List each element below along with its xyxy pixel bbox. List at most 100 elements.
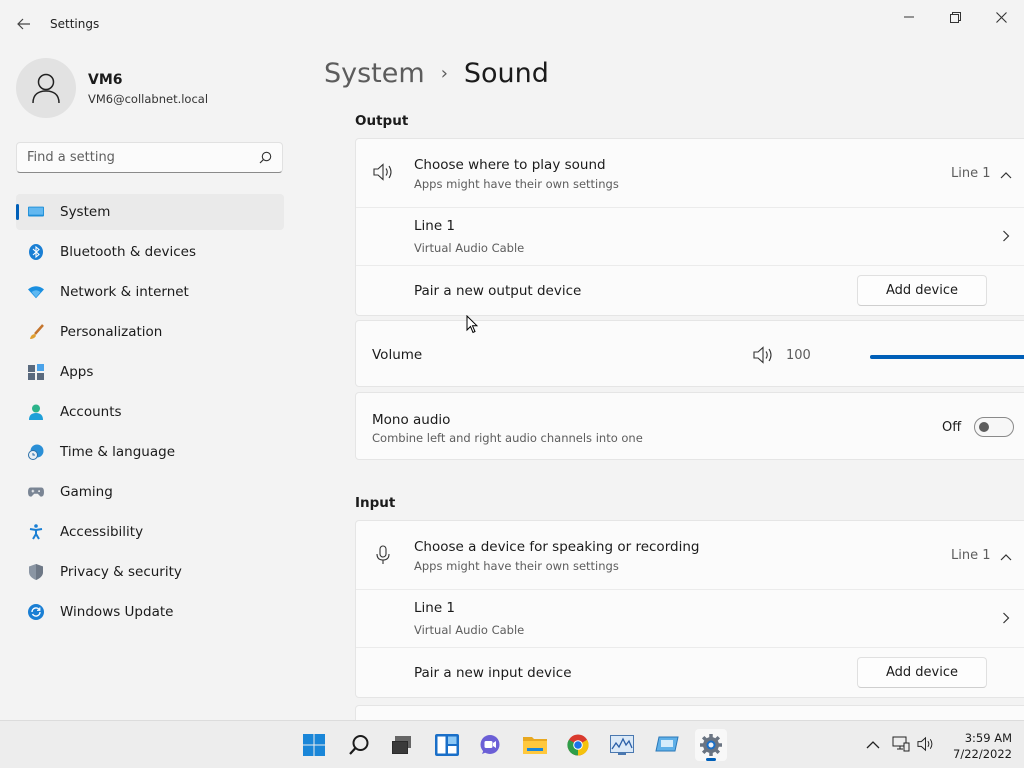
settings-button[interactable] [695, 729, 727, 761]
widgets-button[interactable] [431, 729, 463, 761]
mouse-cursor-icon [466, 314, 479, 338]
clock-time: 3:59 AM [964, 731, 1012, 745]
output-device-row[interactable]: Line 1 Virtual Audio Cable [356, 208, 1024, 265]
sidebar-item-personalization[interactable]: Personalization [16, 314, 284, 350]
taskbar-search-button[interactable] [343, 729, 375, 761]
app-title: Settings [50, 17, 100, 31]
sidebar-item-label: Network & internet [60, 284, 189, 300]
breadcrumb-separator: › [440, 63, 448, 84]
user-icon [32, 73, 60, 104]
sidebar-item-apps[interactable]: Apps [16, 354, 284, 390]
mono-audio-title: Mono audio [372, 412, 451, 428]
chat-button[interactable] [474, 729, 506, 761]
sidebar-item-label: Accounts [60, 404, 122, 420]
start-icon [303, 734, 325, 756]
search-icon[interactable] [259, 151, 272, 168]
page-title: Sound [463, 58, 549, 89]
choose-output-row[interactable]: Choose where to play sound Apps might ha… [356, 139, 1024, 207]
chrome-button[interactable] [562, 729, 594, 761]
output-device-name: Line 1 [414, 218, 456, 234]
gamepad-icon [28, 484, 44, 500]
sidebar-item-label: Personalization [60, 324, 163, 340]
microphone-icon [376, 545, 390, 569]
input-device-name: Line 1 [414, 600, 456, 616]
volume-value: 100 [786, 348, 811, 363]
update-icon [28, 604, 44, 620]
brush-icon [28, 324, 44, 340]
volume-slider-fill [870, 355, 1024, 359]
performance-monitor-icon [610, 735, 634, 755]
mono-audio-subtitle: Combine left and right audio channels in… [372, 431, 643, 445]
main-content: System › Sound Output Choose where to pl… [300, 48, 1024, 720]
sidebar-item-windows-update[interactable]: Windows Update [16, 594, 284, 630]
sidebar-item-privacy[interactable]: Privacy & security [16, 554, 284, 590]
chevron-up-icon[interactable] [1000, 168, 1012, 183]
sidebar-item-label: System [60, 204, 111, 220]
performance-monitor-button[interactable] [606, 729, 638, 761]
restore-icon [949, 11, 961, 23]
input-device-row[interactable]: Line 1 Virtual Audio Cable [356, 590, 1024, 647]
start-button[interactable] [298, 729, 330, 761]
sidebar-item-label: Gaming [60, 484, 113, 500]
breadcrumb: System › Sound [324, 58, 549, 89]
close-icon [995, 11, 1007, 23]
system-clock[interactable]: 3:59 AM 7/22/2022 [946, 730, 1012, 762]
widgets-icon [435, 734, 459, 756]
add-output-device-button[interactable]: Add device [857, 275, 987, 306]
back-button[interactable] [10, 12, 38, 36]
volume-label: Volume [372, 347, 423, 363]
toggle-knob [979, 422, 989, 432]
choose-input-title: Choose a device for speaking or recordin… [414, 539, 700, 555]
choose-output-title: Choose where to play sound [414, 157, 606, 173]
chrome-icon [567, 734, 589, 756]
close-button[interactable] [978, 4, 1024, 30]
volume-speaker-icon[interactable] [753, 346, 775, 368]
sidebar-item-system[interactable]: System [16, 194, 284, 230]
settings-icon [700, 734, 722, 756]
mono-audio-toggle[interactable] [974, 417, 1014, 437]
speaker-icon [373, 163, 395, 185]
virtual-cable-button[interactable] [651, 729, 683, 761]
chevron-up-icon[interactable] [1000, 550, 1012, 565]
sidebar-item-accounts[interactable]: Accounts [16, 394, 284, 430]
sidebar-item-label: Bluetooth & devices [60, 244, 197, 260]
sidebar-item-gaming[interactable]: Gaming [16, 474, 284, 510]
input-section-title: Input [355, 495, 396, 511]
sidebar-item-accessibility[interactable]: Accessibility [16, 514, 284, 550]
clock-date: 7/22/2022 [953, 747, 1012, 761]
breadcrumb-parent[interactable]: System [324, 58, 425, 89]
minimize-button[interactable] [886, 4, 932, 30]
add-input-device-button[interactable]: Add device [857, 657, 987, 688]
chevron-right-icon[interactable] [1002, 230, 1010, 246]
volume-tray-icon[interactable] [917, 735, 935, 753]
file-explorer-button[interactable] [519, 729, 551, 761]
search-input[interactable] [27, 150, 247, 165]
active-app-indicator [706, 758, 716, 761]
nav-list: System Bluetooth & devices Network & int… [16, 194, 284, 634]
volume-slider[interactable] [870, 355, 1024, 359]
sidebar-item-time-language[interactable]: Time & language [16, 434, 284, 470]
output-section-title: Output [355, 113, 409, 129]
input-device-subtitle: Virtual Audio Cable [414, 623, 525, 637]
accessibility-icon [28, 524, 44, 540]
chevron-right-icon[interactable] [1002, 612, 1010, 628]
search-icon [349, 735, 369, 755]
search-box[interactable] [16, 142, 283, 173]
title-bar: Settings [0, 0, 1024, 48]
output-device-card: Choose where to play sound Apps might ha… [355, 138, 1024, 316]
sidebar-item-bluetooth[interactable]: Bluetooth & devices [16, 234, 284, 270]
clock-globe-icon [28, 444, 44, 460]
network-icon[interactable] [892, 735, 910, 753]
minimize-icon [904, 16, 914, 18]
chevron-up-icon[interactable] [864, 735, 882, 753]
choose-input-row[interactable]: Choose a device for speaking or recordin… [356, 521, 1024, 589]
user-name: VM6 [88, 72, 123, 88]
sidebar-item-label: Accessibility [60, 524, 144, 540]
sidebar-item-network[interactable]: Network & internet [16, 274, 284, 310]
avatar[interactable] [16, 58, 76, 118]
apps-icon [28, 364, 44, 380]
mono-audio-card: Mono audio Combine left and right audio … [355, 392, 1024, 460]
pair-output-label: Pair a new output device [414, 283, 582, 299]
task-view-button[interactable] [386, 729, 418, 761]
maximize-button[interactable] [932, 4, 978, 30]
